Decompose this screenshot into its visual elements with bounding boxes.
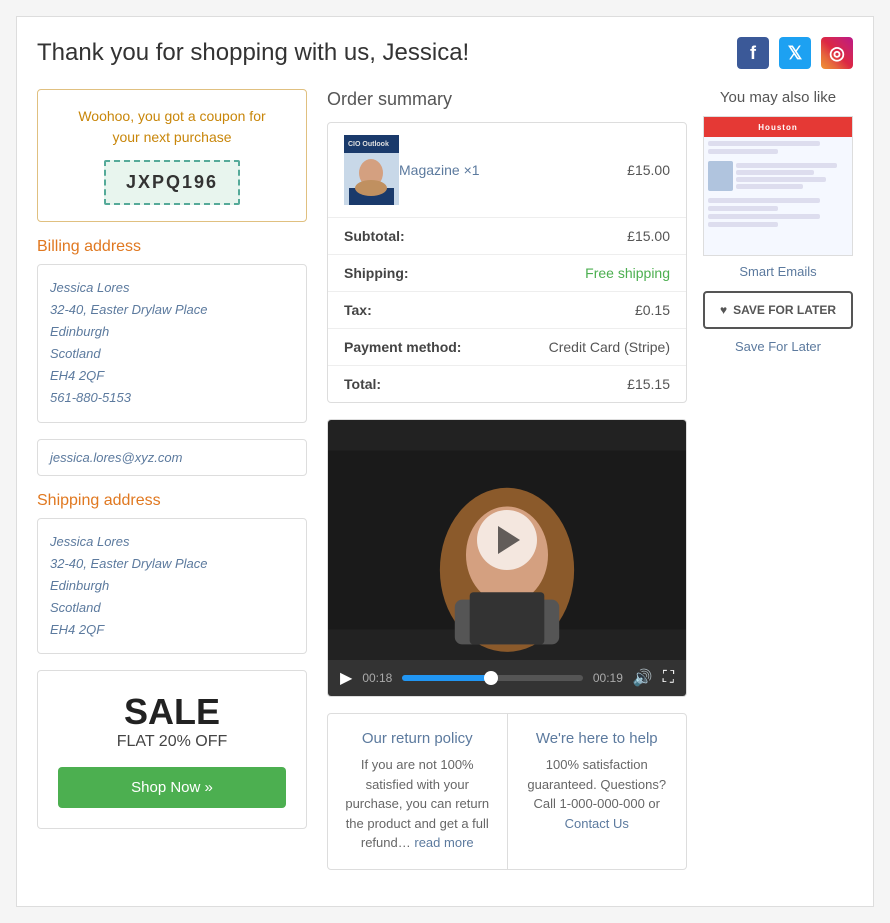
progress-bar[interactable] — [402, 675, 583, 681]
help-col: We're here to help 100% satisfaction gua… — [508, 714, 687, 869]
save-later-button[interactable]: ♥ SAVE FOR LATER — [703, 291, 853, 329]
shipping-row: Shipping: Free shipping — [328, 255, 686, 292]
return-policy-link[interactable]: read more — [414, 835, 473, 850]
also-like-sidebar: You may also like Houston — [703, 89, 853, 886]
sale-box: SALE FLAT 20% OFF Shop Now » — [37, 670, 307, 829]
sale-subtitle: FLAT 20% OFF — [58, 733, 286, 751]
return-policy-text: If you are not 100% satisfied with your … — [344, 755, 491, 853]
contact-us-link[interactable]: Contact Us — [565, 816, 629, 831]
page-title: Thank you for shopping with us, Jessica! — [37, 39, 469, 67]
order-item-link[interactable]: Magazine ×1 — [399, 162, 480, 178]
video-player[interactable]: ▶ 00:18 00:19 🔊 ⛶ — [327, 419, 687, 697]
policy-row: Our return policy If you are not 100% sa… — [327, 713, 687, 870]
twitter-icon[interactable]: 𝕏 — [779, 37, 811, 69]
total-row: Total: £15.15 — [328, 366, 686, 402]
billing-section: Billing address Jessica Lores 32-40, Eas… — [37, 238, 307, 476]
progress-fill — [402, 675, 492, 681]
coupon-code[interactable]: JXPQ196 — [104, 160, 240, 205]
order-summary-box: CIO Outlook — [327, 122, 687, 403]
help-text: 100% satisfaction guaranteed. Questions?… — [524, 755, 671, 833]
progress-thumb — [484, 671, 498, 685]
play-pause-button[interactable]: ▶ — [340, 668, 352, 688]
shipping-section: Shipping address Jessica Lores 32-40, Ea… — [37, 492, 307, 654]
help-title: We're here to help — [524, 730, 671, 747]
billing-title: Billing address — [37, 238, 307, 256]
sale-title: SALE — [58, 691, 286, 733]
billing-address: Jessica Lores 32-40, Easter Drylaw Place… — [37, 264, 307, 423]
also-like-product-label: Smart Emails — [703, 264, 853, 279]
shop-now-button[interactable]: Shop Now » — [58, 767, 286, 808]
tax-row: Tax: £0.15 — [328, 292, 686, 329]
magazine-cover-image: CIO Outlook — [344, 135, 399, 205]
save-later-label: Save For Later — [703, 339, 853, 354]
coupon-text: Woohoo, you got a coupon for your next p… — [54, 106, 290, 148]
shipping-address: Jessica Lores 32-40, Easter Drylaw Place… — [37, 518, 307, 654]
play-button[interactable] — [477, 510, 537, 570]
time-current: 00:18 — [362, 671, 392, 685]
payment-row: Payment method: Credit Card (Stripe) — [328, 329, 686, 366]
volume-icon[interactable]: 🔊 — [633, 668, 653, 688]
order-summary-title: Order summary — [327, 89, 687, 110]
order-item-row: CIO Outlook — [328, 123, 686, 218]
coupon-box: Woohoo, you got a coupon for your next p… — [37, 89, 307, 222]
order-item-price: £15.00 — [627, 162, 670, 178]
instagram-icon[interactable]: ◎ — [821, 37, 853, 69]
heart-icon: ♥ — [720, 303, 727, 317]
also-like-image[interactable]: Houston — [703, 116, 853, 256]
subtotal-row: Subtotal: £15.00 — [328, 218, 686, 255]
shipping-title: Shipping address — [37, 492, 307, 510]
return-policy-title: Our return policy — [344, 730, 491, 747]
time-end: 00:19 — [593, 671, 623, 685]
video-controls: ▶ 00:18 00:19 🔊 ⛶ — [328, 660, 686, 696]
billing-email: jessica.lores@xyz.com — [37, 439, 307, 476]
fullscreen-icon[interactable]: ⛶ — [663, 669, 674, 687]
also-like-title: You may also like — [703, 89, 853, 106]
return-policy-col: Our return policy If you are not 100% sa… — [328, 714, 508, 869]
order-item-name: Magazine ×1 — [399, 162, 627, 178]
facebook-icon[interactable]: f — [737, 37, 769, 69]
